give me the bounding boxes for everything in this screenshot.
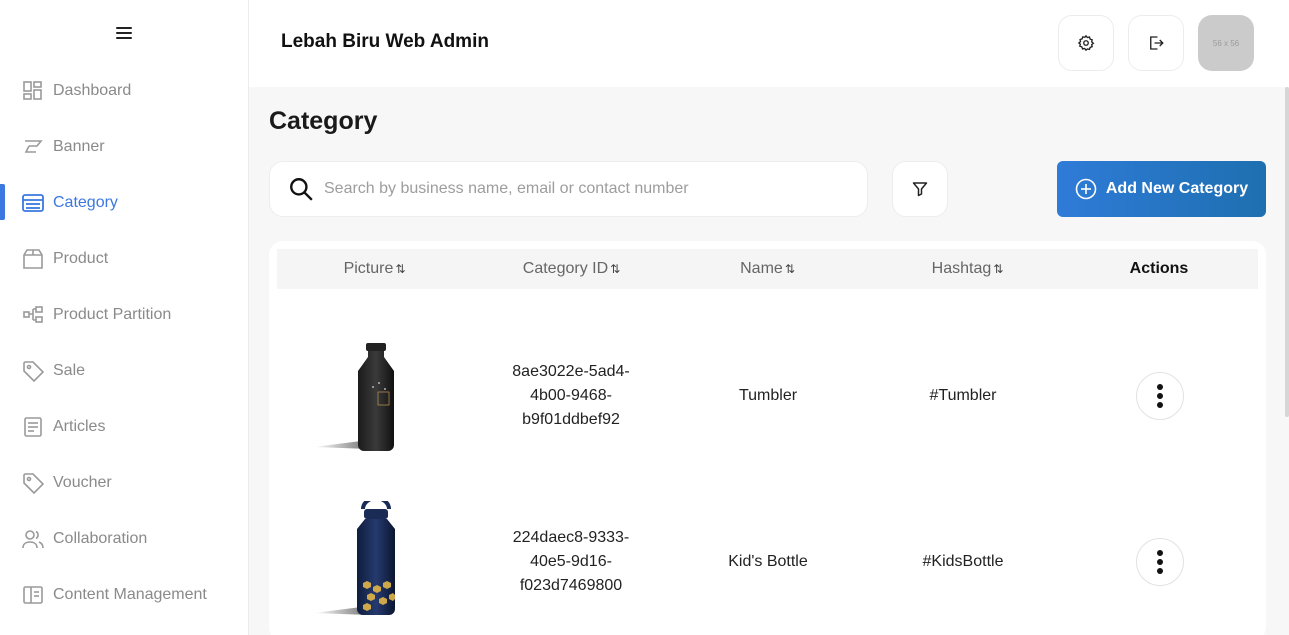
column-header-actions: Actions xyxy=(1129,260,1189,277)
logout-button[interactable] xyxy=(1128,15,1184,71)
sidebar-item-content-management[interactable]: Content Management xyxy=(0,567,249,623)
app-title: Lebah Biru Web Admin xyxy=(281,31,489,52)
name-cell: Kid's Bottle xyxy=(728,553,808,570)
sort-icon: ⇅ xyxy=(395,262,405,276)
sidebar-item-label: Collaboration xyxy=(53,530,148,547)
category-id-line: 8ae3022e-5ad4- xyxy=(512,363,630,380)
category-id-cell: 8ae3022e-5ad4- 4b00-9468- b9f01ddbef92 xyxy=(493,313,649,479)
avatar[interactable]: 56 x 56 xyxy=(1198,15,1254,71)
page-title: Category xyxy=(269,107,378,135)
sidebar-item-collaboration[interactable]: Collaboration xyxy=(0,511,249,567)
article-icon xyxy=(22,416,44,438)
table-header: Picture ⇅ Category ID ⇅ Name ⇅ Hashtag ⇅ Act… xyxy=(277,249,1258,289)
product-box-icon xyxy=(22,248,44,270)
category-icon xyxy=(22,192,44,214)
row-actions-button[interactable] xyxy=(1136,372,1184,420)
sidebar-item-label: Voucher xyxy=(53,474,112,491)
kebab-dot xyxy=(1157,393,1163,399)
search-input[interactable] xyxy=(324,180,844,198)
row-actions-button[interactable] xyxy=(1136,538,1184,586)
column-header-hashtag[interactable]: Hashtag ⇅ xyxy=(907,249,1027,289)
gear-icon xyxy=(1077,34,1095,52)
header-label: Picture xyxy=(343,260,394,277)
sidebar-nav: Dashboard Banner Category Product Produc… xyxy=(0,63,249,623)
sidebar-item-sale[interactable]: Sale xyxy=(0,343,249,399)
header-label: Hashtag xyxy=(931,260,992,277)
header-label: Category ID xyxy=(522,260,609,277)
column-header-name[interactable]: Name ⇅ xyxy=(717,249,817,289)
sidebar-item-category[interactable]: Category xyxy=(0,175,249,231)
hashtag-cell: #Tumbler xyxy=(929,387,997,404)
category-id-line: 224daec8-9333- xyxy=(512,529,630,546)
tumbler-product-image xyxy=(314,343,394,451)
sidebar-item-dashboard[interactable]: Dashboard xyxy=(0,63,249,119)
name-cell: Tumbler xyxy=(738,387,798,404)
sidebar-item-label: Banner xyxy=(53,138,105,155)
kebab-dot xyxy=(1157,550,1163,556)
sort-icon: ⇅ xyxy=(784,262,795,276)
book-icon xyxy=(22,584,44,606)
add-button-label: Add New Category xyxy=(1105,180,1249,197)
sidebar-item-label: Product xyxy=(53,250,109,267)
voucher-tag-icon xyxy=(22,472,44,494)
sidebar-item-voucher[interactable]: Voucher xyxy=(0,455,249,511)
plus-circle-icon xyxy=(1075,178,1097,200)
sidebar-item-label: Articles xyxy=(53,418,106,435)
sidebar-item-label: Product Partition xyxy=(53,306,172,323)
column-header-picture[interactable]: Picture ⇅ xyxy=(317,249,431,289)
search-bar xyxy=(269,161,868,217)
search-icon xyxy=(290,178,313,201)
sidebar-item-product[interactable]: Product xyxy=(0,231,249,287)
top-header: Lebah Biru Web Admin 56 x 56 xyxy=(249,0,1289,87)
category-table: Picture ⇅ Category ID ⇅ Name ⇅ Hashtag ⇅ Act… xyxy=(269,241,1266,635)
header-label: Name xyxy=(740,260,783,277)
category-id-line: f023d7469800 xyxy=(519,577,623,594)
filter-button[interactable] xyxy=(892,161,948,217)
kebab-dot xyxy=(1157,568,1163,574)
users-icon xyxy=(22,528,44,550)
kebab-dot xyxy=(1157,559,1163,565)
partition-icon xyxy=(22,304,44,326)
hamburger-menu-icon[interactable] xyxy=(114,25,134,41)
sidebar-item-banner[interactable]: Banner xyxy=(0,119,249,175)
add-new-category-button[interactable]: Add New Category xyxy=(1057,161,1266,217)
banner-icon xyxy=(22,136,44,158)
hashtag-cell: #KidsBottle xyxy=(922,553,1004,570)
sort-icon: ⇅ xyxy=(993,262,1003,276)
category-id-cell: 224daec8-9333- 40e5-9d16- f023d7469800 xyxy=(493,479,649,635)
category-id-line: b9f01ddbef92 xyxy=(522,411,620,428)
sidebar-item-articles[interactable]: Articles xyxy=(0,399,249,455)
sidebar-item-label: Category xyxy=(53,194,118,211)
sidebar-item-product-partition[interactable]: Product Partition xyxy=(0,287,249,343)
dashboard-icon xyxy=(22,80,44,102)
category-id-line: 4b00-9468- xyxy=(530,387,612,404)
kebab-dot xyxy=(1157,402,1163,408)
tag-icon xyxy=(22,360,44,382)
filter-icon xyxy=(912,182,928,197)
sidebar-item-label: Content Management xyxy=(53,586,207,603)
settings-button[interactable] xyxy=(1058,15,1114,71)
sidebar: Dashboard Banner Category Product Produc… xyxy=(0,0,249,635)
logout-icon xyxy=(1150,36,1164,50)
kebab-dot xyxy=(1157,384,1163,390)
column-header-category-id[interactable]: Category ID ⇅ xyxy=(501,249,641,289)
table-row: 224daec8-9333- 40e5-9d16- f023d7469800 K… xyxy=(269,479,1266,635)
table-row: 8ae3022e-5ad4- 4b00-9468- b9f01ddbef92 T… xyxy=(269,313,1266,479)
kids-bottle-product-image xyxy=(314,501,395,615)
scrollbar[interactable] xyxy=(1285,87,1289,417)
sidebar-item-label: Dashboard xyxy=(53,82,132,99)
sidebar-item-label: Sale xyxy=(53,362,86,379)
sort-icon: ⇅ xyxy=(610,262,620,276)
category-id-line: 40e5-9d16- xyxy=(530,553,612,570)
